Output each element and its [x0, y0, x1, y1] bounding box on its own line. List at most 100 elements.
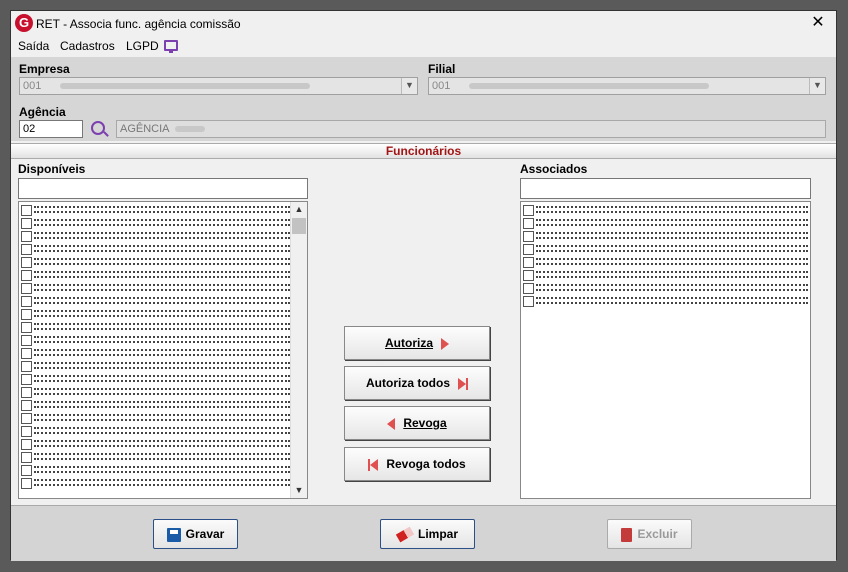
list-item-checkbox[interactable]	[21, 374, 32, 385]
empresa-value: 001	[23, 80, 42, 92]
menu-cadastros[interactable]: Cadastros	[60, 39, 115, 53]
list-item-redacted-text	[34, 258, 290, 265]
list-item-checkbox[interactable]	[21, 257, 32, 268]
list-item-redacted-text	[34, 362, 290, 369]
autoriza-todos-button[interactable]: Autoriza todos	[344, 366, 490, 400]
list-item-checkbox[interactable]	[21, 218, 32, 229]
autoriza-button[interactable]: Autoriza	[344, 326, 490, 360]
list-item-checkbox[interactable]	[21, 465, 32, 476]
disponiveis-search-input[interactable]	[18, 178, 308, 199]
revoga-label: Revoga	[403, 416, 447, 430]
list-item-checkbox[interactable]	[21, 400, 32, 411]
list-item-redacted-text	[34, 206, 290, 213]
list-item-checkbox[interactable]	[21, 205, 32, 216]
list-item-redacted-text	[34, 440, 290, 447]
list-item-redacted-text	[536, 232, 808, 239]
list-item-redacted-text	[34, 310, 290, 317]
autoriza-label: Autoriza	[385, 336, 433, 350]
revoga-todos-button[interactable]: Revoga todos	[344, 447, 490, 481]
list-item-checkbox[interactable]	[523, 296, 534, 307]
excluir-button[interactable]: Excluir	[607, 519, 692, 549]
list-item-redacted-text	[536, 297, 808, 304]
list-item-redacted-text	[34, 388, 290, 395]
limpar-button[interactable]: Limpar	[380, 519, 475, 549]
list-item-checkbox[interactable]	[523, 205, 534, 216]
list-item-redacted-text	[34, 245, 290, 252]
list-item-checkbox[interactable]	[21, 361, 32, 372]
list-item-redacted-text	[536, 219, 808, 226]
list-item-checkbox[interactable]	[21, 452, 32, 463]
list-item-checkbox[interactable]	[523, 257, 534, 268]
list-item-redacted-text	[34, 414, 290, 421]
menu-lgpd[interactable]: LGPD	[126, 39, 159, 53]
disponiveis-list[interactable]: ▲ ▼	[18, 201, 308, 499]
scroll-thumb[interactable]	[292, 218, 306, 234]
empresa-select[interactable]: 001 ▼	[19, 77, 418, 95]
footer-bar: Gravar Limpar Excluir	[11, 505, 836, 561]
list-item-redacted-text	[34, 349, 290, 356]
scroll-up-icon[interactable]: ▲	[291, 202, 307, 217]
list-item-redacted-text	[536, 258, 808, 265]
list-item-redacted-text	[34, 271, 290, 278]
header-form: Empresa 001 ▼ Filial 001 ▼ Agência 02 AG…	[11, 57, 836, 141]
list-item-checkbox[interactable]	[21, 478, 32, 489]
menu-bar: Saída Cadastros LGPD	[11, 37, 836, 57]
gravar-button[interactable]: Gravar	[153, 519, 238, 549]
arrow-left-icon	[387, 417, 396, 430]
list-item-redacted-text	[34, 232, 290, 239]
list-item-checkbox[interactable]	[21, 270, 32, 281]
funcionarios-header: Funcionários	[11, 143, 836, 159]
list-item-redacted-text	[34, 284, 290, 291]
list-item-checkbox[interactable]	[21, 335, 32, 346]
list-item-redacted-text	[34, 466, 290, 473]
list-item-checkbox[interactable]	[21, 231, 32, 242]
list-item-checkbox[interactable]	[523, 244, 534, 255]
gravar-label: Gravar	[185, 527, 225, 541]
list-item-checkbox[interactable]	[21, 283, 32, 294]
limpar-label: Limpar	[417, 527, 458, 541]
filial-value: 001	[432, 80, 451, 92]
list-item-checkbox[interactable]	[21, 387, 32, 398]
list-item-checkbox[interactable]	[21, 309, 32, 320]
list-item-checkbox[interactable]	[523, 270, 534, 281]
empresa-redacted	[60, 83, 310, 89]
associados-search-input[interactable]	[520, 178, 811, 199]
list-item-redacted-text	[536, 206, 808, 213]
search-icon[interactable]	[91, 121, 105, 135]
list-item-checkbox[interactable]	[21, 244, 32, 255]
excluir-label: Excluir	[637, 527, 678, 541]
list-item-checkbox[interactable]	[21, 426, 32, 437]
list-item-redacted-text	[34, 297, 290, 304]
scroll-down-icon[interactable]: ▼	[291, 483, 307, 498]
agencia-name-field: AGÊNCIA	[116, 120, 826, 138]
menu-saida[interactable]: Saída	[18, 39, 49, 53]
list-item-checkbox[interactable]	[523, 218, 534, 229]
list-item-checkbox[interactable]	[21, 296, 32, 307]
list-item-redacted-text	[536, 245, 808, 252]
list-item-checkbox[interactable]	[523, 283, 534, 294]
list-item-redacted-text	[34, 401, 290, 408]
list-item-checkbox[interactable]	[21, 439, 32, 450]
list-item-redacted-text	[536, 271, 808, 278]
disponiveis-scrollbar[interactable]: ▲ ▼	[290, 202, 307, 498]
revoga-button[interactable]: Revoga	[344, 406, 490, 440]
list-item-redacted-text	[34, 219, 290, 226]
list-item-checkbox[interactable]	[523, 231, 534, 242]
list-item-checkbox[interactable]	[21, 322, 32, 333]
agencia-name-redacted	[175, 126, 205, 132]
chevron-down-icon[interactable]: ▼	[809, 78, 825, 94]
filial-redacted	[469, 83, 709, 89]
agencia-code-field[interactable]: 02	[19, 120, 83, 138]
filial-label: Filial	[428, 62, 456, 76]
arrow-right-icon	[441, 337, 449, 350]
filial-select[interactable]: 001 ▼	[428, 77, 826, 95]
list-item-checkbox[interactable]	[21, 348, 32, 359]
list-item-redacted-text	[34, 453, 290, 460]
associados-list[interactable]	[520, 201, 811, 499]
list-item-redacted-text	[34, 336, 290, 343]
close-icon[interactable]: ✕	[808, 13, 828, 33]
list-item-checkbox[interactable]	[21, 413, 32, 424]
monitor-icon[interactable]	[164, 40, 178, 53]
app-window: G RET - Associa func. agência comissão ✕…	[0, 0, 848, 572]
chevron-down-icon[interactable]: ▼	[401, 78, 417, 94]
